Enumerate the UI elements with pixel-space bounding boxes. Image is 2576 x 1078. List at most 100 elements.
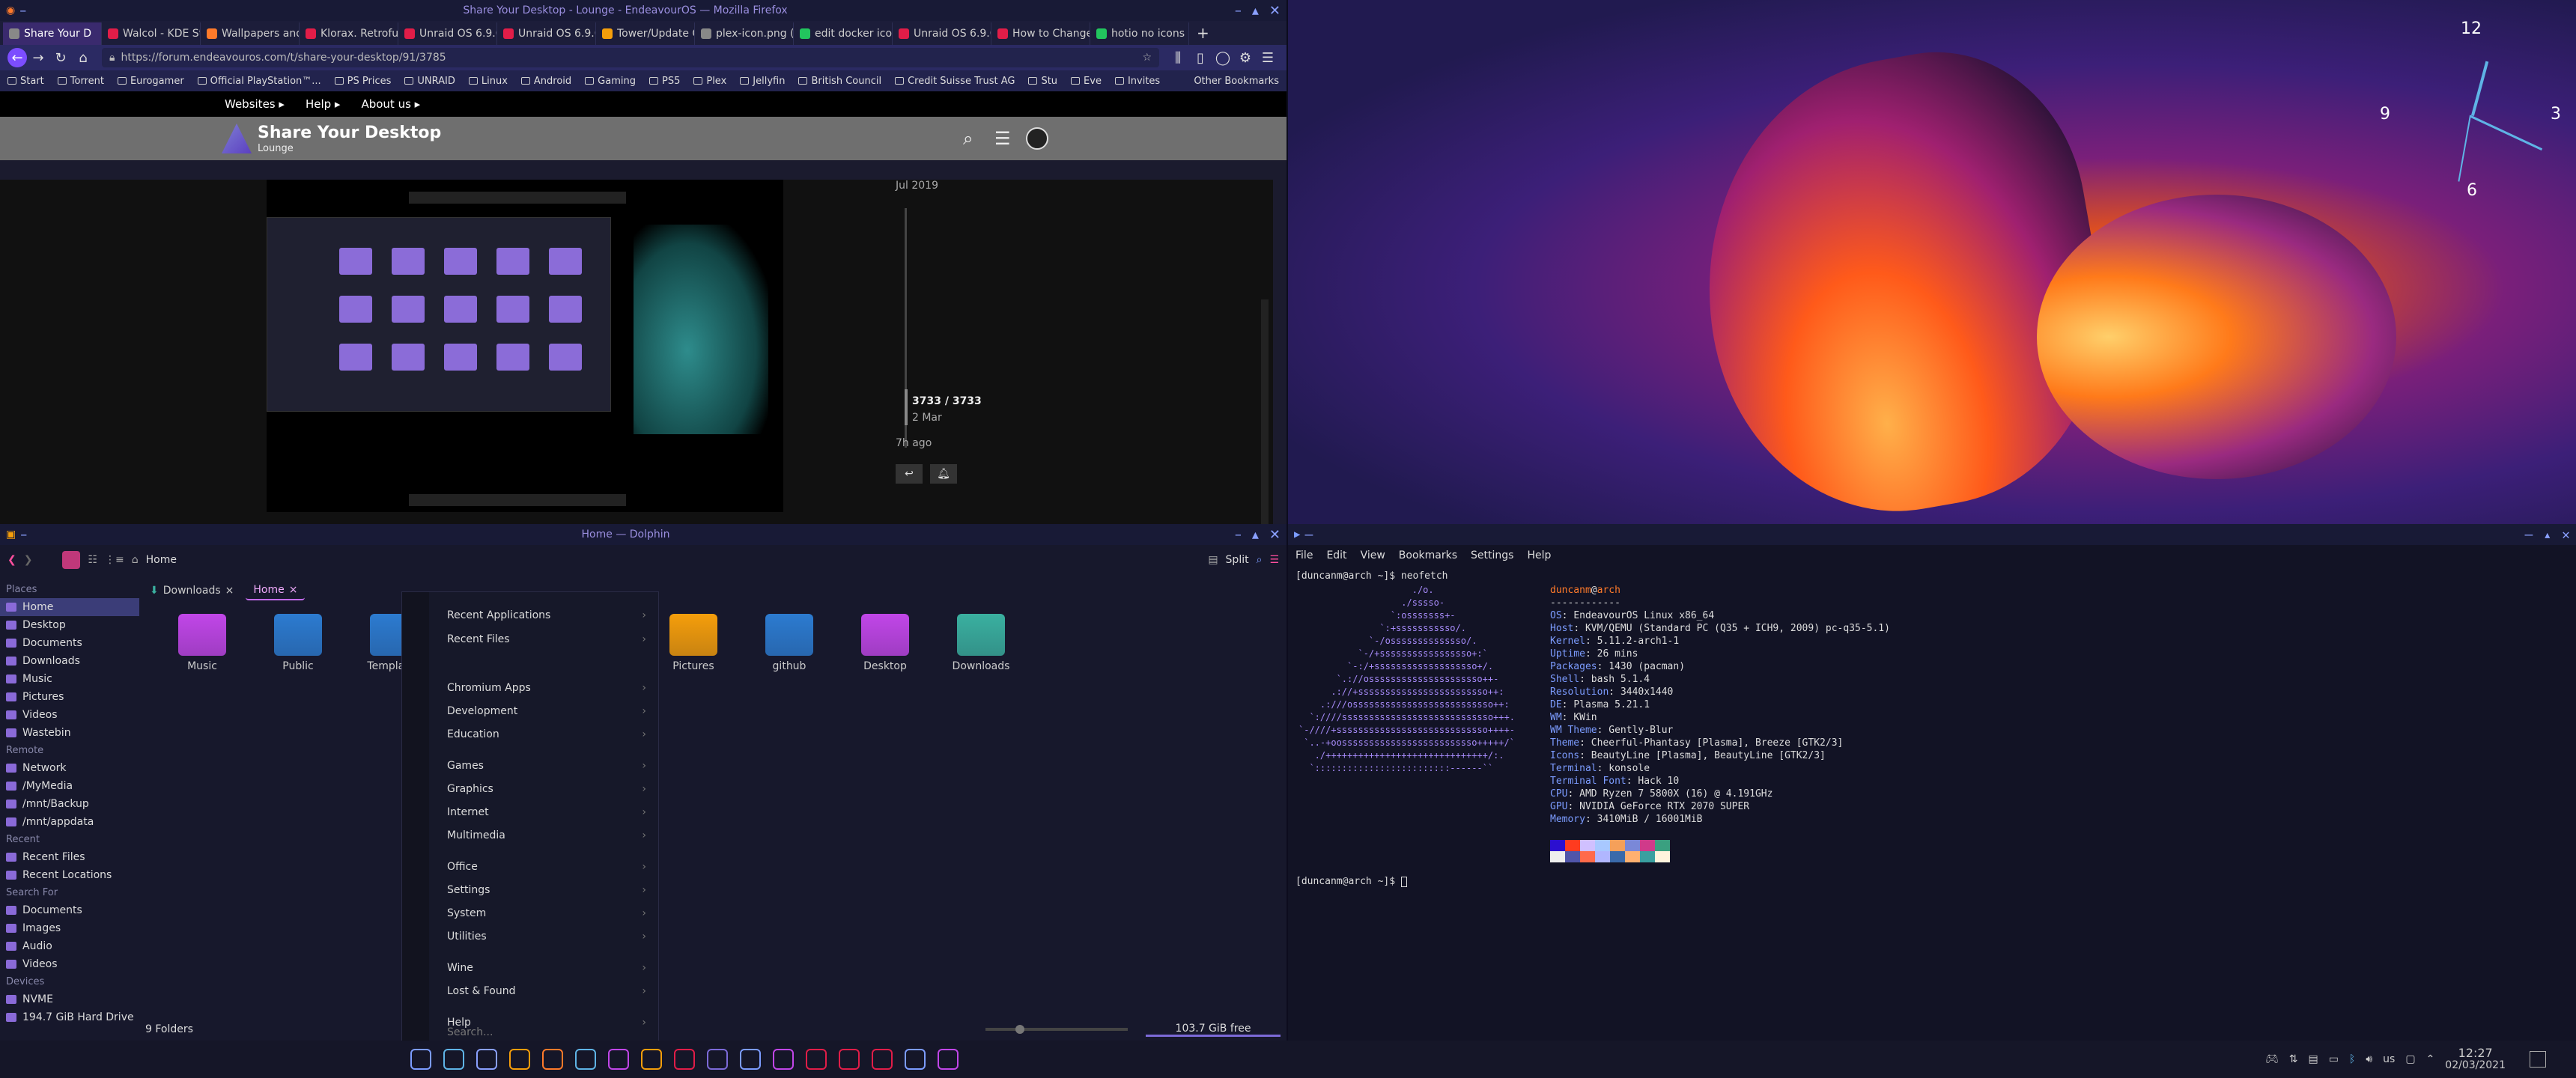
display-icon[interactable]: ▢ — [2405, 1053, 2415, 1065]
places-item[interactable]: Network — [0, 759, 139, 777]
digital-clock[interactable]: 12:27 02/03/2021 — [2445, 1047, 2506, 1072]
bookmark-item[interactable]: Android — [520, 76, 571, 87]
konsole-menu-item[interactable]: View — [1361, 549, 1385, 561]
vpn-icon[interactable] — [938, 1049, 959, 1070]
terminal-icon[interactable] — [476, 1049, 497, 1070]
folder-item[interactable]: Public — [261, 614, 335, 672]
menu-item[interactable]: Education › — [447, 728, 646, 740]
search-icon[interactable]: ⌕ — [1257, 554, 1263, 566]
bookmark-item[interactable]: Official PlayStation™... — [197, 76, 321, 87]
hamburger-icon[interactable]: ☰ — [994, 128, 1011, 149]
bookmark-item[interactable]: UNRAID — [404, 76, 455, 87]
places-item[interactable]: Wastebin — [0, 724, 139, 742]
notification-bell-button[interactable]: 🔔︎ — [930, 464, 957, 484]
firefox-icon[interactable] — [542, 1049, 563, 1070]
analog-clock-widget[interactable]: 12 3 6 9 — [2374, 18, 2569, 213]
tab-5[interactable]: Unraid OS 6.9.0 — [497, 22, 596, 45]
breadcrumb[interactable]: Home — [146, 554, 177, 566]
image-icon[interactable] — [740, 1049, 761, 1070]
library-icon[interactable]: ⫼ — [1167, 46, 1189, 69]
menu-item[interactable]: Utilities › — [447, 931, 646, 943]
places-item[interactable]: NVME — [0, 990, 139, 1008]
bookmark-item[interactable]: Torrent — [57, 76, 104, 87]
places-item[interactable]: Videos — [0, 706, 139, 724]
icons-view-button[interactable] — [62, 551, 81, 569]
forward-button[interactable]: ❯ — [24, 554, 33, 566]
volume-icon[interactable]: 🔊︎ — [2366, 1053, 2372, 1065]
menu-item[interactable]: Multimedia › — [447, 829, 646, 841]
tree-view-button[interactable]: ⋮≡ — [105, 554, 124, 566]
konsole-menu-item[interactable]: Bookmarks — [1399, 549, 1457, 561]
bookmark-item[interactable]: Invites — [1114, 76, 1160, 87]
bookmark-item[interactable]: Credit Suisse Trust AG — [895, 76, 1015, 87]
minimize-button[interactable]: – — [2524, 527, 2533, 543]
device-icon[interactable]: ▭ — [2329, 1053, 2339, 1065]
close-button[interactable]: ✕ — [2562, 527, 2570, 543]
timeline-ago[interactable]: 7h ago — [896, 437, 932, 449]
minimize-button[interactable]: – — [20, 527, 27, 543]
close-tab-icon[interactable]: × — [225, 585, 234, 597]
search-icon[interactable]: ⌕ — [963, 128, 973, 149]
places-item[interactable]: Documents — [0, 901, 139, 919]
split-button[interactable]: Split — [1226, 554, 1249, 566]
notes-icon[interactable] — [872, 1049, 893, 1070]
game-icon[interactable] — [608, 1049, 629, 1070]
menu-search-input[interactable]: Search... — [447, 1026, 493, 1038]
tab-home[interactable]: Home × — [246, 581, 306, 600]
close-button[interactable]: ✕ — [1269, 527, 1281, 543]
places-item[interactable]: /mnt/appdata — [0, 813, 139, 831]
places-item[interactable]: Downloads — [0, 652, 139, 670]
tab-7[interactable]: plex-icon.png (PNG — [695, 22, 794, 45]
home-button[interactable]: ⌂ — [72, 46, 94, 69]
minimize-button[interactable]: – — [1304, 527, 1313, 543]
app-icon[interactable] — [674, 1049, 695, 1070]
menu-item[interactable]: Chromium Apps › — [447, 682, 646, 694]
minimize-button[interactable]: – — [1235, 527, 1242, 543]
minimize-button[interactable]: – — [1235, 3, 1242, 19]
places-item[interactable]: Desktop — [0, 616, 139, 634]
places-item[interactable]: Recent Locations — [0, 866, 139, 884]
expand-tray-icon[interactable]: ⌃ — [2426, 1053, 2435, 1065]
menu-item[interactable]: Recent Files › — [447, 633, 646, 645]
menu-item[interactable]: Settings › — [447, 884, 646, 896]
places-item[interactable]: Recent Files — [0, 848, 139, 866]
places-item[interactable]: /MyMedia — [0, 777, 139, 795]
sidebar-icon[interactable]: ▯ — [1189, 46, 1212, 69]
minimize-button[interactable]: – — [19, 3, 26, 19]
places-item[interactable]: Home — [0, 598, 139, 616]
site-nav-item[interactable]: Help ▸ — [306, 97, 341, 111]
menu-item[interactable]: Lost & Found › — [447, 985, 646, 997]
konsole-menu-item[interactable]: File — [1295, 549, 1313, 561]
places-item[interactable]: Images — [0, 919, 139, 937]
site-nav-item[interactable]: Websites ▸ — [225, 97, 285, 111]
places-item[interactable]: /mnt/Backup — [0, 795, 139, 813]
menu-item[interactable]: System › — [447, 907, 646, 919]
back-button[interactable]: ❮ — [7, 554, 16, 566]
folder-item[interactable]: Pictures — [656, 614, 731, 672]
folder-item[interactable]: github — [752, 614, 827, 672]
menu-item[interactable]: Games › — [447, 760, 646, 772]
launcher-icon[interactable] — [410, 1049, 431, 1070]
bluetooth-icon[interactable]: ᛒ — [2349, 1053, 2355, 1065]
menu-item[interactable]: Development › — [447, 705, 646, 717]
konsole-menu-item[interactable]: Edit — [1326, 549, 1346, 561]
tab-9[interactable]: Unraid OS 6.9.0 — [893, 22, 991, 45]
places-item[interactable]: Pictures — [0, 688, 139, 706]
menu-item[interactable]: Graphics › — [447, 783, 646, 795]
account-icon[interactable]: ◯ — [1212, 46, 1234, 69]
maximize-button[interactable]: ▴ — [2543, 527, 2551, 543]
gamepad-icon[interactable] — [707, 1049, 728, 1070]
bookmark-item[interactable]: Start — [7, 76, 44, 87]
close-tab-icon[interactable]: × — [289, 584, 298, 596]
tab-2[interactable]: Wallpapers and — [201, 22, 300, 45]
back-button[interactable]: ← — [7, 48, 27, 67]
konsole-menu-item[interactable]: Help — [1527, 549, 1551, 561]
settings-icon[interactable] — [443, 1049, 464, 1070]
reply-button[interactable]: ↩ — [896, 464, 923, 484]
bookmark-item[interactable]: Eve — [1071, 76, 1102, 87]
folder-item[interactable]: Desktop — [848, 614, 923, 672]
konsole-menu-item[interactable]: Settings — [1471, 549, 1513, 561]
timeline-start[interactable]: Jul 2019 — [896, 180, 1120, 192]
reload-button[interactable]: ↻ — [49, 46, 72, 69]
places-item[interactable]: Documents — [0, 634, 139, 652]
